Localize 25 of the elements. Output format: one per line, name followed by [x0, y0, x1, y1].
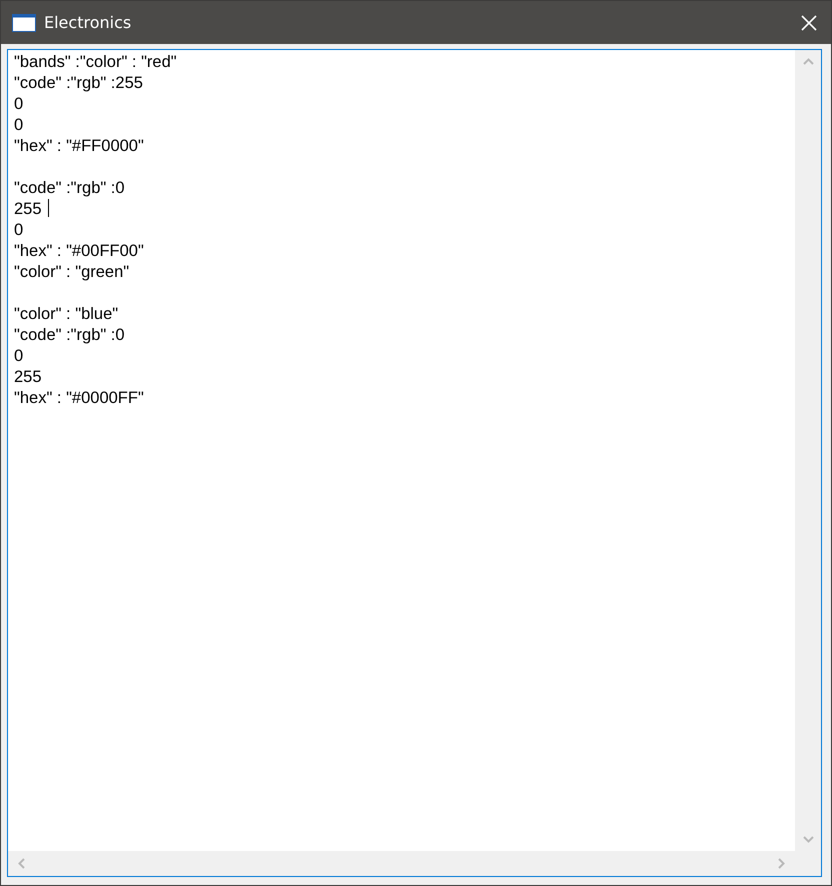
scroll-right-icon[interactable]	[778, 858, 785, 869]
close-icon	[801, 14, 817, 30]
scroll-up-icon[interactable]	[802, 58, 814, 65]
vertical-scrollbar[interactable]	[795, 50, 821, 851]
text-line: 0	[14, 221, 24, 239]
text-line: 255	[14, 200, 43, 218]
text-line: "bands" :"color" : "red"	[14, 53, 177, 71]
text-editor[interactable]: "bands" :"color" : "red" "code" :"rgb" :255 0 0 "hex" : "#FF0000" "code" :"rgb" :0 255 0 "hex" : "#00FF00" "color" : "green" "color" : "blue" "code" :"rgb" :0 0 255 "hex" : "#0000FF"	[7, 49, 822, 877]
text-line: "color" : "green"	[14, 263, 130, 281]
text-line: "code" :"rgb" :0	[14, 179, 125, 197]
text-line: "code" :"rgb" :0	[14, 326, 125, 344]
scroll-left-icon[interactable]	[18, 858, 25, 869]
text-line: "hex" : "#00FF00"	[14, 242, 144, 260]
text-line: "code" :"rgb" :255	[14, 74, 143, 92]
window-title: Electronics	[44, 13, 132, 32]
text-line: "hex" : "#FF0000"	[14, 137, 144, 155]
scroll-down-icon[interactable]	[802, 836, 814, 843]
text-line: "hex" : "#0000FF"	[14, 389, 144, 407]
text-line: 0	[14, 95, 24, 113]
text-line: 0	[14, 116, 24, 134]
window-icon	[12, 14, 36, 32]
text-line: "color" : "blue"	[14, 305, 118, 323]
text-line: 255	[14, 368, 42, 386]
text-line: 0	[14, 347, 24, 365]
horizontal-scrollbar[interactable]	[8, 851, 795, 876]
